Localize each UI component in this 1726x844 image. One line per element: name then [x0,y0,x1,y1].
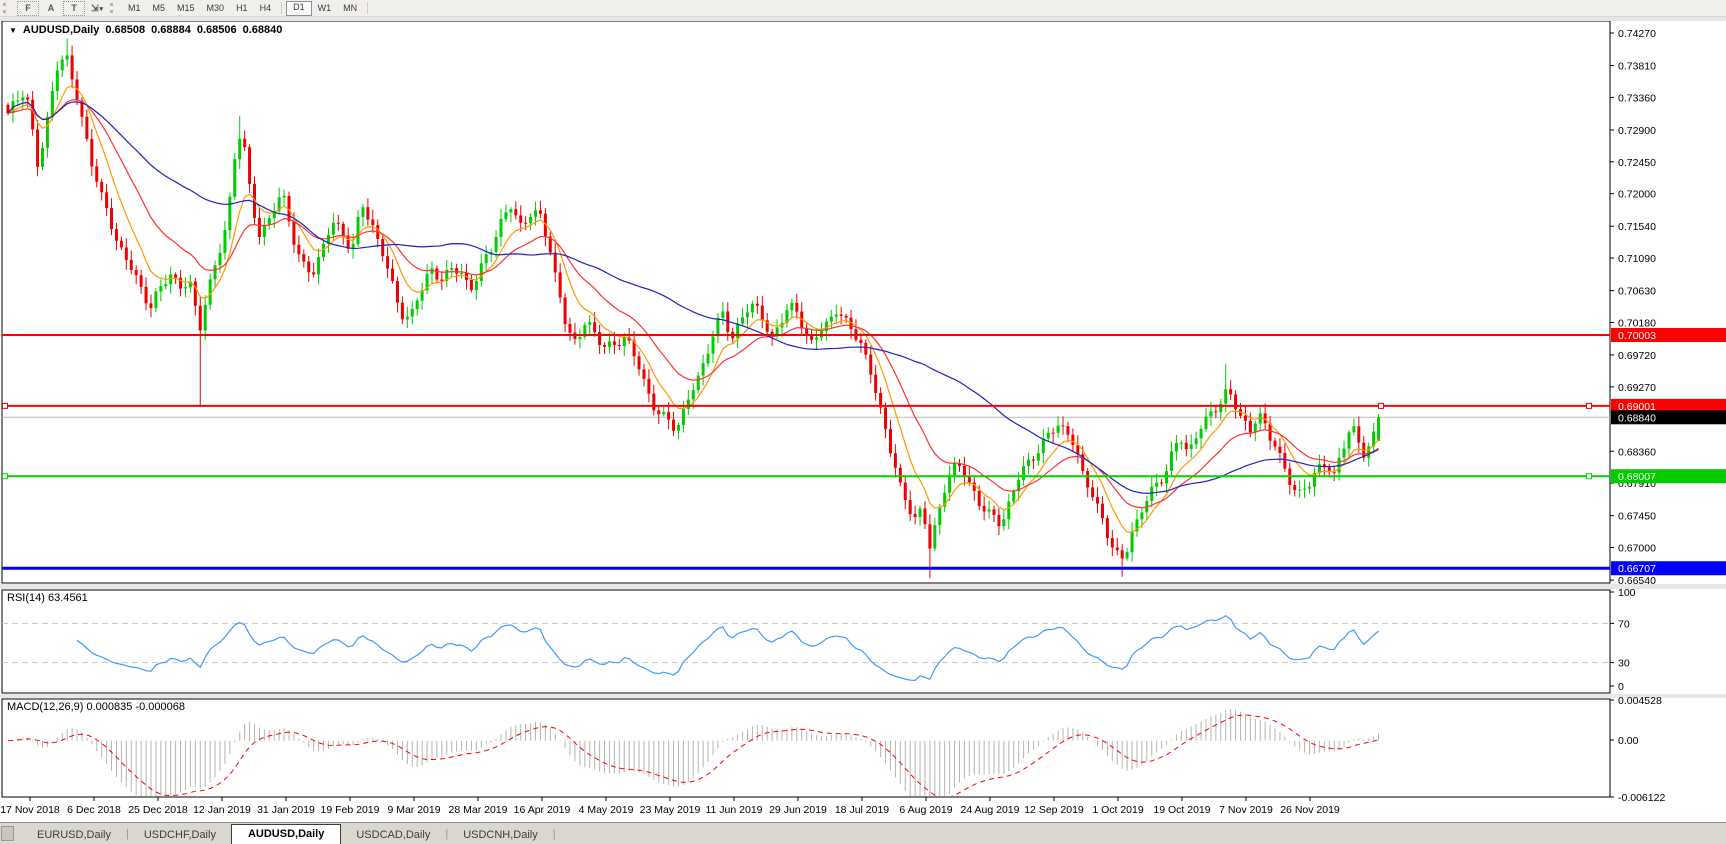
rsi-indicator-label: RSI(14) 63.4561 [7,592,88,604]
price-tick-label: 0.72000 [1618,189,1656,201]
timeframe-button-m1[interactable]: M1 [122,2,147,15]
date-tick-label: 17 Nov 2018 [0,804,60,816]
hline-handle [1587,403,1592,408]
date-tick-label: 4 May 2019 [579,804,634,816]
macd-indicator-label: MACD(12,26,9) 0.000835 -0.000068 [7,701,185,713]
price-tick-label: 0.67000 [1618,543,1656,555]
date-tick-label: 19 Oct 2019 [1153,804,1210,816]
macd-scale-label: 0.00 [1618,735,1639,747]
tab-scroll-corner[interactable] [1,826,14,841]
tab-audusd[interactable]: AUDUSD,Daily [231,824,341,844]
timeframe-button-d1[interactable]: D1 [286,1,312,16]
timeframe-button-m30[interactable]: M30 [201,2,231,15]
date-tick-label: 9 Mar 2019 [387,804,440,816]
ohlc-high: 0.68884 [151,24,191,36]
toolbar-grip [3,3,10,13]
timeframe-button-m5[interactable]: M5 [147,2,172,15]
hline-handle [3,474,8,479]
tab-divider: | [553,828,556,841]
date-tick-label: 16 Apr 2019 [514,804,571,816]
price-tick-label: 0.69720 [1618,350,1656,362]
timeframe-button-m15[interactable]: M15 [171,2,201,15]
price-tick-label: 0.69270 [1618,382,1656,394]
date-tick-label: 12 Jan 2019 [193,804,251,816]
hline-handle [3,403,8,408]
price-tick-label: 0.70630 [1618,286,1656,298]
ohlc-low: 0.68506 [197,24,237,36]
chart-title-bar: ▼ AUDUSD,Daily 0.68508 0.68884 0.68506 0… [9,24,282,36]
chart-dropdown-icon[interactable]: ▼ [9,26,17,35]
ohlc-close: 0.68840 [243,24,283,36]
rsi-scale-label: 30 [1618,658,1630,670]
rsi-scale-label: 100 [1618,587,1636,599]
timeframe-button-h4[interactable]: H4 [254,2,278,15]
price-tick-label: 0.70180 [1618,317,1656,329]
price-tick-label: 0.66540 [1618,575,1656,587]
tab-eurusd[interactable]: EURUSD,Daily [22,827,126,844]
tab-usdcnh[interactable]: USDCNH,Daily [448,827,553,844]
price-level-label: 0.70003 [1618,330,1656,342]
price-tick-label: 0.72450 [1618,157,1656,169]
font-a-icon[interactable]: A [43,2,59,15]
top-toolbar: FAT ⇲▾ M1M5M15M30H1H4 D1W1MN [0,0,1726,17]
date-tick-label: 1 Oct 2019 [1092,804,1144,816]
date-tick-label: 28 Mar 2019 [449,804,508,816]
toolbar-grip-2 [110,3,117,13]
hline-handle [1587,474,1592,479]
date-tick-label: 25 Dec 2018 [128,804,188,816]
date-tick-label: 18 Jul 2019 [835,804,889,816]
timeframe-button-h1[interactable]: H1 [230,2,254,15]
hline-handle [1379,403,1384,408]
chart-tab-bar: EURUSD,Daily|USDCHF,DailyAUDUSD,DailyUSD… [0,822,1726,844]
date-tick-label: 6 Aug 2019 [899,804,952,816]
rsi-scale-label: 70 [1618,618,1630,630]
macd-scale-label: 0.004528 [1618,695,1662,707]
toolbar-gap [0,17,1726,21]
cursor-mode-icon[interactable]: ⇲▾ [89,2,105,15]
date-tick-label: 26 Nov 2019 [1280,804,1340,816]
price-tick-label: 0.71090 [1618,253,1656,265]
price-level-label: 0.68007 [1618,471,1656,483]
date-tick-label: 31 Jan 2019 [257,804,315,816]
date-tick-label: 19 Feb 2019 [321,804,380,816]
tab-usdchf[interactable]: USDCHF,Daily [129,827,231,844]
tab-usdcad[interactable]: USDCAD,Daily [341,827,445,844]
price-tick-label: 0.73360 [1618,92,1656,104]
chart-symbol-label: AUDUSD,Daily [23,24,99,36]
ohlc-open: 0.68508 [105,24,145,36]
price-tick-label: 0.71540 [1618,221,1656,233]
toolbar-separator [281,2,282,14]
text-label-icon[interactable]: T [63,1,85,16]
date-tick-label: 23 May 2019 [640,804,701,816]
date-tick-label: 11 Jun 2019 [705,804,762,816]
price-tick-label: 0.74270 [1618,28,1656,40]
timeframe-button-mn[interactable]: MN [337,2,363,15]
date-tick-label: 6 Dec 2018 [67,804,121,816]
price-tick-label: 0.67450 [1618,511,1656,523]
date-tick-label: 7 Nov 2019 [1219,804,1273,816]
price-level-label: 0.68840 [1618,412,1656,424]
price-tick-label: 0.72900 [1618,125,1656,137]
price-tick-label: 0.68360 [1618,446,1656,458]
date-tick-label: 24 Aug 2019 [961,804,1020,816]
docking-grid-icon[interactable]: F [17,1,39,16]
price-tick-label: 0.73810 [1618,61,1656,73]
date-tick-label: 12 Sep 2019 [1024,804,1084,816]
toolbar-separator [367,2,368,14]
chart-canvas[interactable]: 0.74270 0.73810 0.73360 0.72900 0.72450 0.720… [0,0,1726,844]
timeframe-button-w1[interactable]: W1 [312,2,338,15]
macd-scale-label: -0.006122 [1618,792,1665,804]
price-level-label: 0.66707 [1618,563,1656,575]
rsi-scale-label: 0 [1618,681,1624,693]
date-tick-label: 29 Jun 2019 [769,804,827,816]
